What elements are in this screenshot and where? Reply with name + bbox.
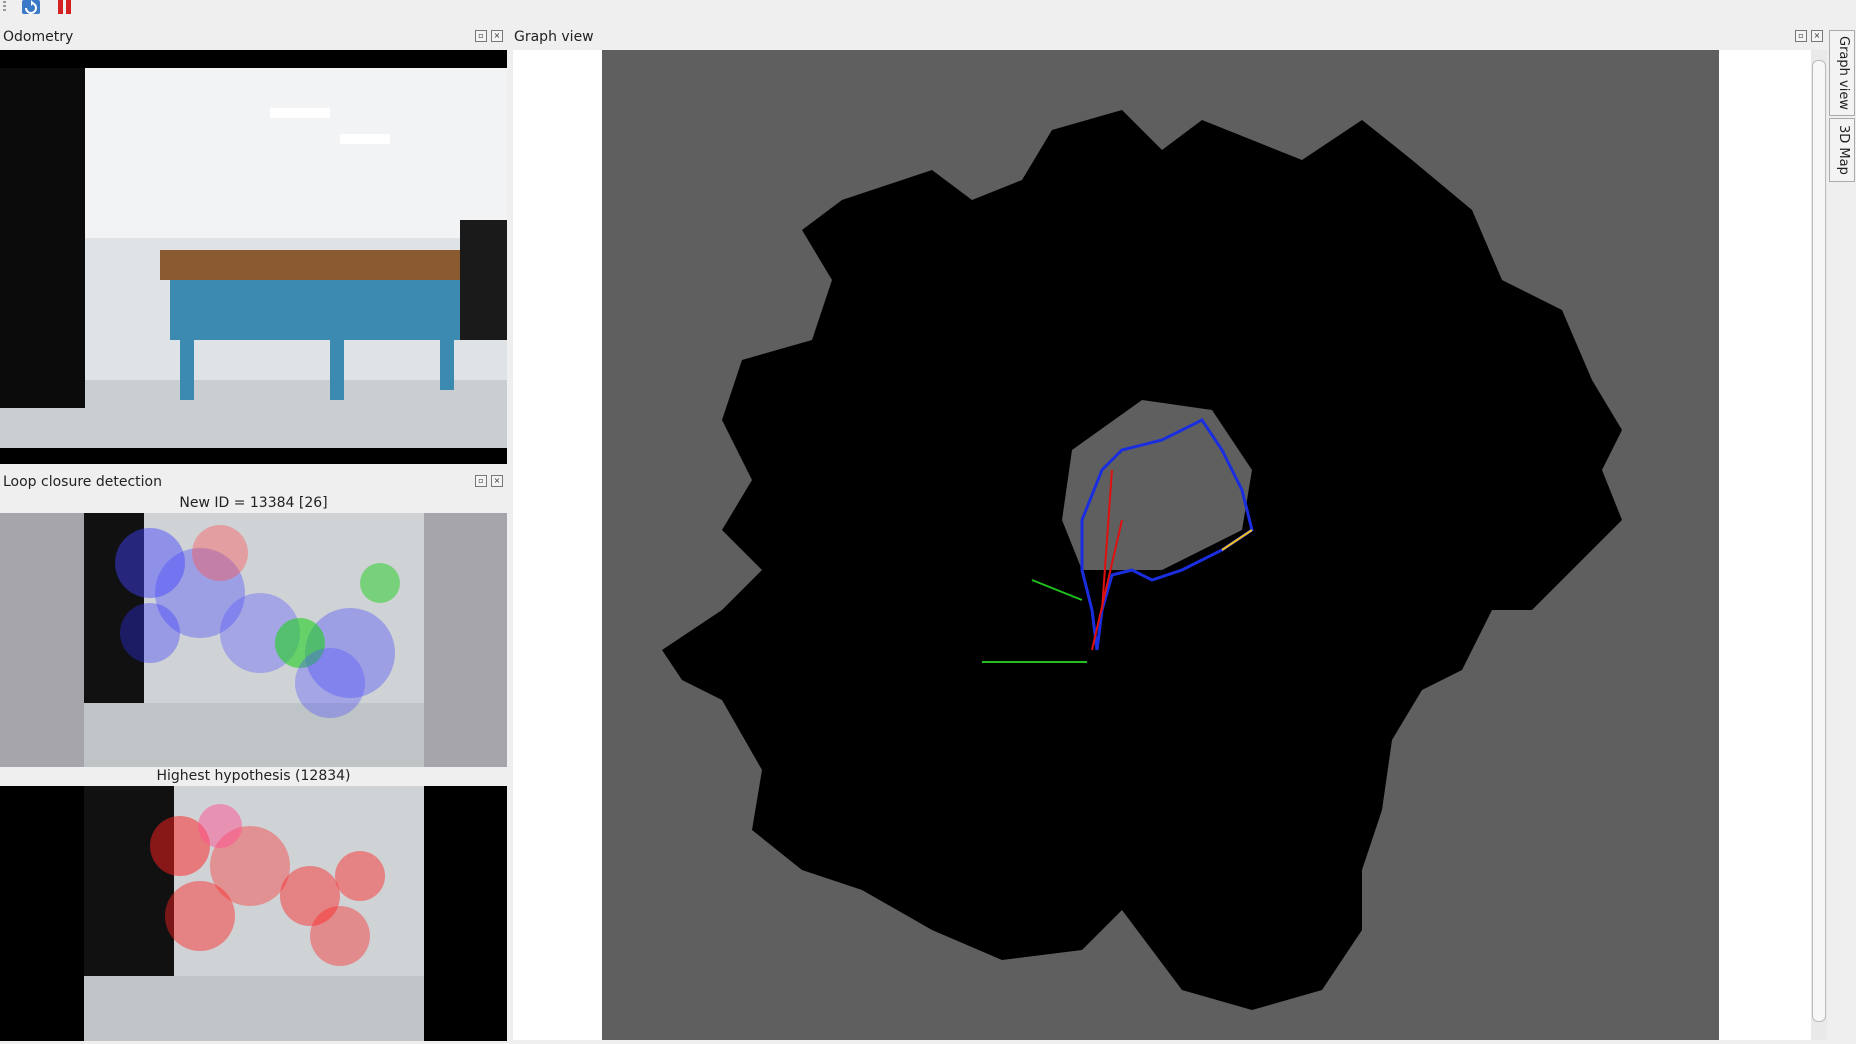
hypothesis-label: Highest hypothesis (12834) (156, 768, 351, 784)
refresh-button[interactable] (20, 0, 42, 16)
loop-closure-dock-controls: ▫ × (475, 475, 503, 487)
new-image-panel (0, 513, 507, 767)
pause-button[interactable] (54, 0, 76, 16)
occupancy-map-drawing (662, 110, 1622, 1010)
graph-view-scrollbar[interactable] (1811, 50, 1827, 1040)
occupancy-grid-map[interactable] (602, 50, 1719, 1040)
hypothesis-image-panel (0, 786, 507, 1041)
odometry-dock-controls: ▫ × (475, 30, 503, 42)
odometry-image-panel (0, 50, 507, 464)
occupied-cells (662, 110, 1622, 1010)
close-icon[interactable]: × (1811, 30, 1823, 42)
graph-view-dock-controls: ▫ × (1795, 30, 1823, 42)
odometry-dock-title: Odometry (3, 29, 74, 45)
pause-icon (58, 0, 71, 14)
side-tab-bar: Graph view 3D Map (1827, 28, 1856, 1041)
close-icon[interactable]: × (491, 30, 503, 42)
tab-3d-map[interactable]: 3D Map (1829, 118, 1855, 182)
graph-view-dock-title: Graph view (514, 29, 594, 45)
float-icon[interactable]: ▫ (1795, 30, 1807, 42)
main-toolbar (0, 0, 1856, 18)
tab-graph-view[interactable]: Graph view (1829, 30, 1855, 116)
float-icon[interactable]: ▫ (475, 475, 487, 487)
odometry-camera-image (0, 50, 507, 464)
close-icon[interactable]: × (491, 475, 503, 487)
new-id-label: New ID = 13384 [26] (179, 495, 328, 511)
new-image-features (84, 513, 424, 767)
toolbar-grip-icon[interactable] (3, 1, 6, 13)
hypothesis-image-features (84, 786, 424, 1041)
refresh-icon (22, 0, 40, 14)
float-icon[interactable]: ▫ (475, 30, 487, 42)
loop-closure-dock-title: Loop closure detection (3, 474, 162, 490)
scrollbar-thumb[interactable] (1812, 60, 1826, 1022)
